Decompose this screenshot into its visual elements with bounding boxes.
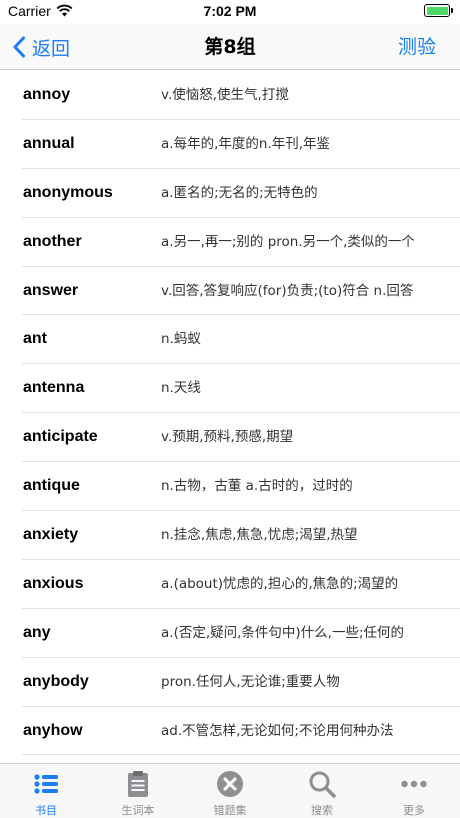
word-term: anxiety [23,526,79,544]
word-row[interactable]: anyhow ad.不管怎样,无论如何;不论用何种办法 [0,707,460,756]
word-term: another [23,232,82,250]
word-row[interactable]: anxious a.(about)忧虑的,担心的,焦急的;渴望的 [0,560,460,609]
word-definition: n.天线 [161,380,201,397]
word-list: annoy v.使恼怒,使生气,打搅 annual a.每年的,年度的n.年刊,年鉴… [0,71,460,763]
word-term: any [23,623,51,641]
tab-label: 生词本 [121,804,155,817]
battery-level [426,6,448,15]
list-icon [34,774,58,794]
word-term: ant [23,330,47,348]
word-definition: a.(about)忧虑的,担心的,焦急的;渴望的 [161,575,399,592]
tab-books[interactable]: 书目 [0,764,92,818]
word-term: anyhow [23,721,83,739]
word-definition: n.蚂蚁 [161,331,201,348]
word-row[interactable]: antenna n.天线 [0,364,460,414]
word-definition: a.(否定,疑问,条件句中)什么,一些;任何的 [161,624,405,641]
word-definition: ad.不管怎样,无论如何;不论用何种办法 [161,722,394,739]
word-term: answer [23,281,79,299]
status-bar: Carrier 7:02 PM [0,0,460,24]
tab-label: 更多 [403,804,425,817]
test-button[interactable]: 测验 [398,24,436,70]
tab-label: 错题集 [213,804,247,817]
word-row[interactable]: antique n.古物，古董 a.古时的，过时的 [0,462,460,511]
status-time: 7:02 PM [203,3,257,19]
word-row[interactable]: another a.另一,再一;别的 pron.另一个,类似的一个 [0,218,460,267]
tab-bar: 书目 生词本 错题集 搜索 更多 [0,763,460,818]
word-definition: v.使恼怒,使生气,打搅 [161,87,289,103]
word-definition: a.每年的,年度的n.年刊,年鉴 [161,135,330,152]
tab-label: 搜索 [311,804,333,817]
word-term: antenna [23,379,85,397]
tab-label: 书目 [35,804,57,817]
word-term: annoy [23,86,71,103]
close-circle-icon [217,771,243,797]
word-term: antique [23,477,80,495]
word-row[interactable]: annual a.每年的,年度的n.年刊,年鉴 [0,120,460,169]
word-definition: n.挂念,焦虑,焦急,忧虑;渴望,热望 [161,527,358,544]
navigation-bar: 返回 第8组 测验 [0,24,460,70]
word-definition: a.另一,再一;别的 pron.另一个,类似的一个 [161,233,415,250]
word-term: anxious [23,574,84,592]
word-term: anonymous [23,183,113,201]
page-title: 第8组 [204,36,256,58]
word-definition: pron.任何人,无论谁;重要人物 [161,673,340,690]
word-definition: v.回答,答复响应(for)负责;(to)符合 n.回答 [161,282,414,299]
tab-mistakes[interactable]: 错题集 [184,764,276,818]
word-row[interactable]: ant n.蚂蚁 [0,315,460,365]
word-term: annual [23,134,75,152]
word-row[interactable]: anonymous a.匿名的;无名的;无特色的 [0,169,460,218]
word-row[interactable]: anxiety n.挂念,焦虑,焦急,忧虑;渴望,热望 [0,511,460,560]
word-row[interactable]: annoy v.使恼怒,使生气,打搅 [0,71,460,120]
word-term: anticipate [23,428,98,446]
word-row[interactable]: anybody pron.任何人,无论谁;重要人物 [0,658,460,707]
word-row[interactable]: answer v.回答,答复响应(for)负责;(to)符合 n.回答 [0,267,460,316]
word-term: anybody [23,672,89,690]
more-icon [401,780,427,788]
battery-icon [424,4,453,17]
tab-vocabulary[interactable]: 生词本 [92,764,184,818]
word-row[interactable]: any a.(否定,疑问,条件句中)什么,一些;任何的 [0,609,460,658]
word-row[interactable]: anticipate v.预期,预料,预感,期望 [0,413,460,463]
clipboard-icon [128,771,148,797]
tab-more[interactable]: 更多 [368,764,460,818]
tab-search[interactable]: 搜索 [276,764,368,818]
word-definition: a.匿名的;无名的;无特色的 [161,184,318,201]
word-definition: n.古物，古董 a.古时的，过时的 [161,478,353,495]
search-icon [309,771,336,798]
word-definition: v.预期,预料,预感,期望 [161,429,294,446]
